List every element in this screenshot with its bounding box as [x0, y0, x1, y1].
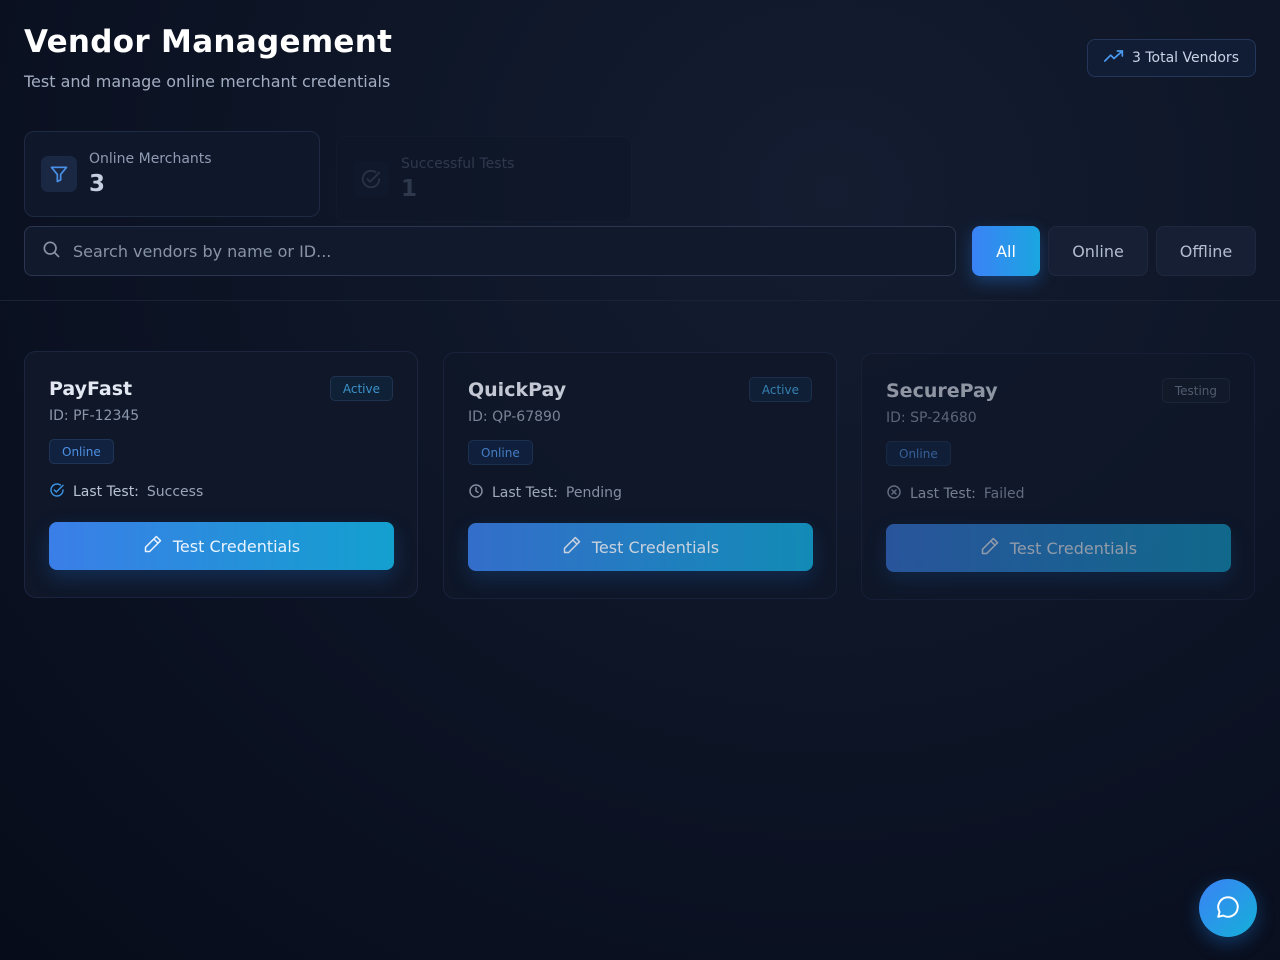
check-circle-icon: [353, 161, 389, 197]
filter-all-button[interactable]: All: [972, 226, 1040, 276]
connection-badge: Online: [886, 441, 951, 466]
vendor-id: ID: QP-67890: [468, 409, 561, 425]
status-badge: Active: [329, 376, 393, 401]
vendor-id: ID: SP-24680: [886, 410, 977, 426]
page-title: Vendor Management: [24, 24, 393, 60]
status-badge: Testing: [1161, 378, 1230, 403]
last-test-label: Last Test:: [73, 484, 139, 500]
stat-label: Successful Tests: [401, 156, 515, 172]
last-test-row: Last Test: Success: [49, 482, 393, 502]
last-test-label: Last Test:: [492, 485, 558, 501]
test-credentials-label: Test Credentials: [1009, 538, 1138, 558]
pencil-icon: [562, 535, 582, 559]
test-credentials-label: Test Credentials: [591, 537, 720, 557]
chat-bubble-icon: [1215, 894, 1241, 923]
last-test-value: Success: [146, 484, 204, 500]
last-test-value: Failed: [983, 486, 1025, 502]
filter-offline-button[interactable]: Offline: [1156, 226, 1256, 276]
stat-value: 1: [401, 176, 418, 202]
filter-online-button[interactable]: Online: [1048, 226, 1148, 276]
check-circle-icon: [49, 482, 73, 502]
trending-up-icon: [1104, 49, 1124, 67]
stat-label: Online Merchants: [89, 151, 212, 167]
vendor-card: QuickPay ID: QP-67890 Active Online Last…: [443, 352, 837, 599]
search-box: [24, 226, 956, 276]
stat-card-successful-tests: Successful Tests 1: [336, 136, 632, 222]
last-test-value: Pending: [565, 485, 622, 501]
last-test-row: Last Test: Failed: [886, 484, 1230, 504]
connection-badge: Online: [49, 439, 114, 464]
vendor-name: SecurePay: [886, 380, 998, 402]
x-circle-icon: [886, 484, 910, 504]
pencil-icon: [980, 536, 1000, 560]
search-icon: [41, 239, 61, 263]
vendor-card: PayFast ID: PF-12345 Active Online Last …: [24, 351, 418, 598]
total-vendors-label: 3 Total Vendors: [1132, 50, 1239, 66]
test-credentials-label: Test Credentials: [172, 536, 301, 556]
filter-icon: [41, 156, 77, 192]
page-subtitle: Test and manage online merchant credenti…: [24, 72, 391, 91]
pencil-icon: [143, 534, 163, 558]
test-credentials-button[interactable]: Test Credentials: [49, 522, 394, 570]
test-credentials-button[interactable]: Test Credentials: [468, 523, 813, 571]
total-vendors-badge: 3 Total Vendors: [1087, 39, 1256, 77]
page-header: Vendor Management Test and manage online…: [24, 24, 392, 91]
search-input[interactable]: [73, 241, 893, 261]
vendor-card: SecurePay ID: SP-24680 Testing Online La…: [861, 353, 1255, 600]
section-divider: [0, 300, 1280, 301]
last-test-row: Last Test: Pending: [468, 483, 812, 503]
connection-badge: Online: [468, 440, 533, 465]
stat-card-online-merchants: Online Merchants 3: [24, 131, 320, 217]
stat-value: 3: [89, 171, 106, 197]
last-test-label: Last Test:: [910, 486, 976, 502]
status-badge: Active: [748, 377, 812, 402]
vendor-id: ID: PF-12345: [49, 408, 140, 424]
vendor-name: QuickPay: [468, 379, 567, 401]
vendor-name: PayFast: [49, 378, 133, 400]
chat-button[interactable]: [1199, 879, 1257, 937]
test-credentials-button[interactable]: Test Credentials: [886, 524, 1231, 572]
clock-icon: [468, 483, 492, 503]
